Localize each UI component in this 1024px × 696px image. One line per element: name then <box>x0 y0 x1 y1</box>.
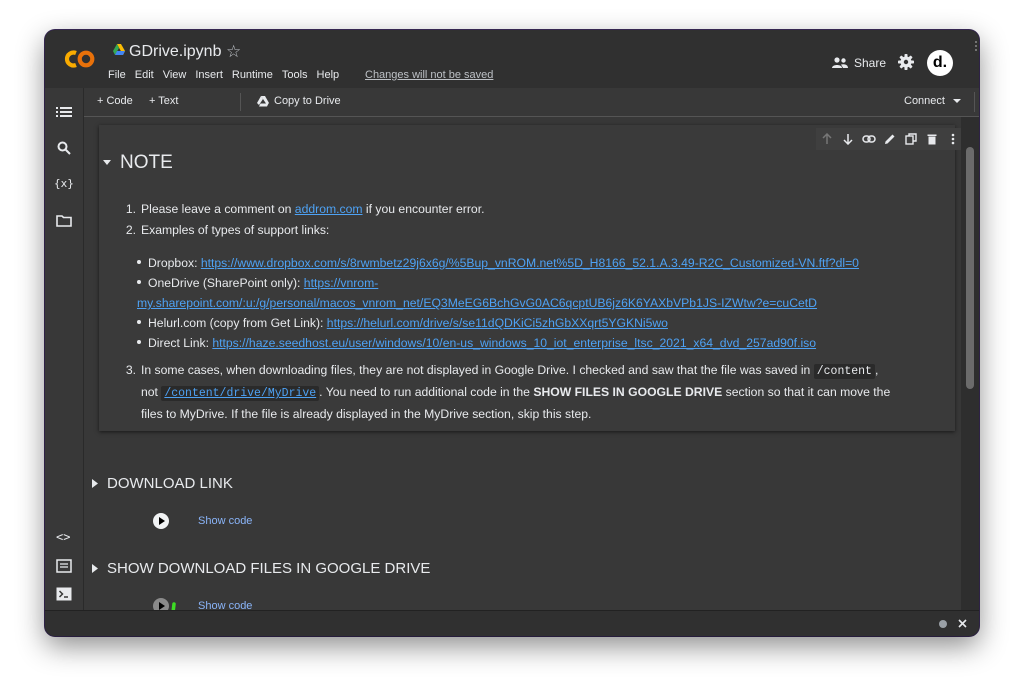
menu-view[interactable]: View <box>163 69 187 81</box>
move-down-icon[interactable] <box>839 130 857 148</box>
search-icon[interactable] <box>56 140 72 156</box>
share-label: Share <box>854 56 887 70</box>
scrollbar-thumb[interactable] <box>966 147 974 389</box>
note-item-2-text: Examples of types of support links: <box>141 223 330 237</box>
connect-dropdown-icon[interactable] <box>953 99 961 103</box>
edit-pencil-icon[interactable] <box>881 130 899 148</box>
status-indicator-icon <box>939 620 947 628</box>
scrollbar[interactable] <box>961 117 979 610</box>
add-code-button[interactable]: + Code <box>97 95 133 107</box>
code-snippets-icon[interactable]: <> <box>56 530 72 546</box>
menu-bar: File Edit View Insert Runtime Tools Help <box>108 69 339 81</box>
note-item-1-tail: if you encounter error. <box>362 202 485 216</box>
note-item-3-last: files to MyDrive. If the file is already… <box>141 407 592 421</box>
gear-icon[interactable] <box>898 54 914 70</box>
menu-insert[interactable]: Insert <box>195 69 223 81</box>
people-icon <box>832 57 848 68</box>
link-helurl: Helurl.com (copy from Get Link): https:/… <box>137 313 668 333</box>
delete-icon[interactable] <box>923 130 941 148</box>
menu-runtime[interactable]: Runtime <box>232 69 273 81</box>
note-item-3-text: In some cases, when downloading files, t… <box>141 363 814 377</box>
avatar[interactable]: d. <box>927 50 953 76</box>
text-cell-note[interactable]: NOTE 1. Please leave a comment on addrom.… <box>99 125 968 431</box>
variables-icon[interactable]: {x} <box>54 177 74 193</box>
link-direct: Direct Link: https://haze.seedhost.eu/us… <box>137 333 816 353</box>
folder-icon[interactable] <box>56 213 72 229</box>
note-item-3-not: not <box>141 385 162 399</box>
notebook-title[interactable]: GDrive.ipynb <box>129 43 221 61</box>
section-show-download-files-title: SHOW DOWNLOAD FILES IN GOOGLE DRIVE <box>107 560 431 577</box>
toolbar-divider-right <box>974 92 975 112</box>
notebook-toolbar: + Code + Text Copy to Drive Connect <box>84 88 979 117</box>
direct-url-link[interactable]: https://haze.seedhost.eu/user/windows/10… <box>212 336 816 350</box>
section-download-link-title: DOWNLOAD LINK <box>107 475 233 492</box>
note-item-2: 2. Examples of types of support links: <box>125 223 330 237</box>
mydrive-path-code[interactable]: /content/drive/MyDrive <box>161 386 320 401</box>
expand-arrow-icon[interactable] <box>92 564 98 573</box>
menu-help[interactable]: Help <box>317 69 340 81</box>
terminal-icon[interactable] <box>56 586 72 602</box>
cell-toolbar <box>816 128 968 150</box>
toolbar-divider <box>240 93 241 111</box>
helurl-url-link[interactable]: https://helurl.com/drive/s/se11dQDKiCi5z… <box>327 316 668 330</box>
addrom-link[interactable]: addrom.com <box>295 202 363 216</box>
dropbox-url-link[interactable]: https://www.dropbox.com/s/8rwmbetz29j6x6… <box>201 256 859 270</box>
star-icon[interactable]: ☆ <box>226 42 241 62</box>
note-heading: NOTE <box>120 152 173 173</box>
left-sidebar: {x} <> <box>45 88 84 610</box>
menu-edit[interactable]: Edit <box>135 69 154 81</box>
connect-label: Connect <box>904 95 945 107</box>
table-of-contents-icon[interactable] <box>56 104 72 120</box>
onedrive-url-link[interactable]: https://vnrom- <box>304 276 379 290</box>
more-options-icon[interactable] <box>944 130 962 148</box>
status-bar <box>45 610 979 636</box>
section-show-download-files[interactable]: SHOW DOWNLOAD FILES IN GOOGLE DRIVE <box>92 560 430 577</box>
link-onedrive-label: OneDrive (SharePoint only): <box>148 276 304 290</box>
mirror-cell-icon[interactable] <box>902 130 920 148</box>
copy-to-drive-label: Copy to Drive <box>274 95 341 107</box>
run-cell-button[interactable] <box>153 513 169 529</box>
menu-file[interactable]: File <box>108 69 126 81</box>
link-onedrive: OneDrive (SharePoint only): https://vnro… <box>137 273 817 313</box>
notebook-content: NOTE 1. Please leave a comment on addrom.… <box>84 117 968 629</box>
note-item-3-tail: section so that it can move the <box>722 385 891 399</box>
header-bar: GDrive.ipynb ☆ File Edit View Insert Run… <box>45 30 979 88</box>
move-up-icon[interactable] <box>818 130 836 148</box>
copy-to-drive-button[interactable]: Copy to Drive <box>257 95 341 107</box>
add-text-button[interactable]: + Text <box>149 95 178 107</box>
menu-tools[interactable]: Tools <box>282 69 308 81</box>
colab-window: GDrive.ipynb ☆ File Edit View Insert Run… <box>45 30 979 636</box>
command-palette-icon[interactable] <box>56 558 72 574</box>
google-drive-icon <box>113 44 125 55</box>
link-helurl-label: Helurl.com (copy from Get Link): <box>148 316 327 330</box>
share-button[interactable]: Share <box>832 56 886 70</box>
show-code-link[interactable]: Show code <box>198 515 252 527</box>
link-dropbox: Dropbox: https://www.dropbox.com/s/8rwmb… <box>137 253 859 273</box>
content-path-code: /content <box>813 364 875 379</box>
note-item-1: 1. Please leave a comment on addrom.com i… <box>125 202 485 216</box>
note-item-3: 3. In some cases, when downloading files,… <box>125 363 891 421</box>
unsaved-notice-link[interactable]: Changes will not be saved <box>365 69 493 81</box>
window-handle-icon <box>975 41 977 51</box>
connect-button[interactable]: Connect <box>904 95 945 107</box>
link-icon[interactable] <box>860 130 878 148</box>
expand-arrow-icon[interactable] <box>92 479 98 488</box>
note-item-1-text: Please leave a comment on <box>141 202 295 216</box>
note-item-3-mid: . You need to run additional code in the <box>319 385 534 399</box>
drive-icon <box>257 95 269 106</box>
show-files-section-ref: SHOW FILES IN GOOGLE DRIVE <box>533 385 723 399</box>
onedrive-url-link-cont[interactable]: my.sharepoint.com/:u:/g/personal/macos_v… <box>137 296 817 310</box>
colab-logo-icon[interactable] <box>63 47 97 71</box>
close-icon[interactable] <box>958 619 967 628</box>
collapse-arrow-icon[interactable] <box>102 157 112 167</box>
section-download-link[interactable]: DOWNLOAD LINK <box>92 475 233 492</box>
note-item-3-comma: , <box>874 363 879 377</box>
link-direct-label: Direct Link: <box>148 336 213 350</box>
link-dropbox-label: Dropbox: <box>148 256 201 270</box>
